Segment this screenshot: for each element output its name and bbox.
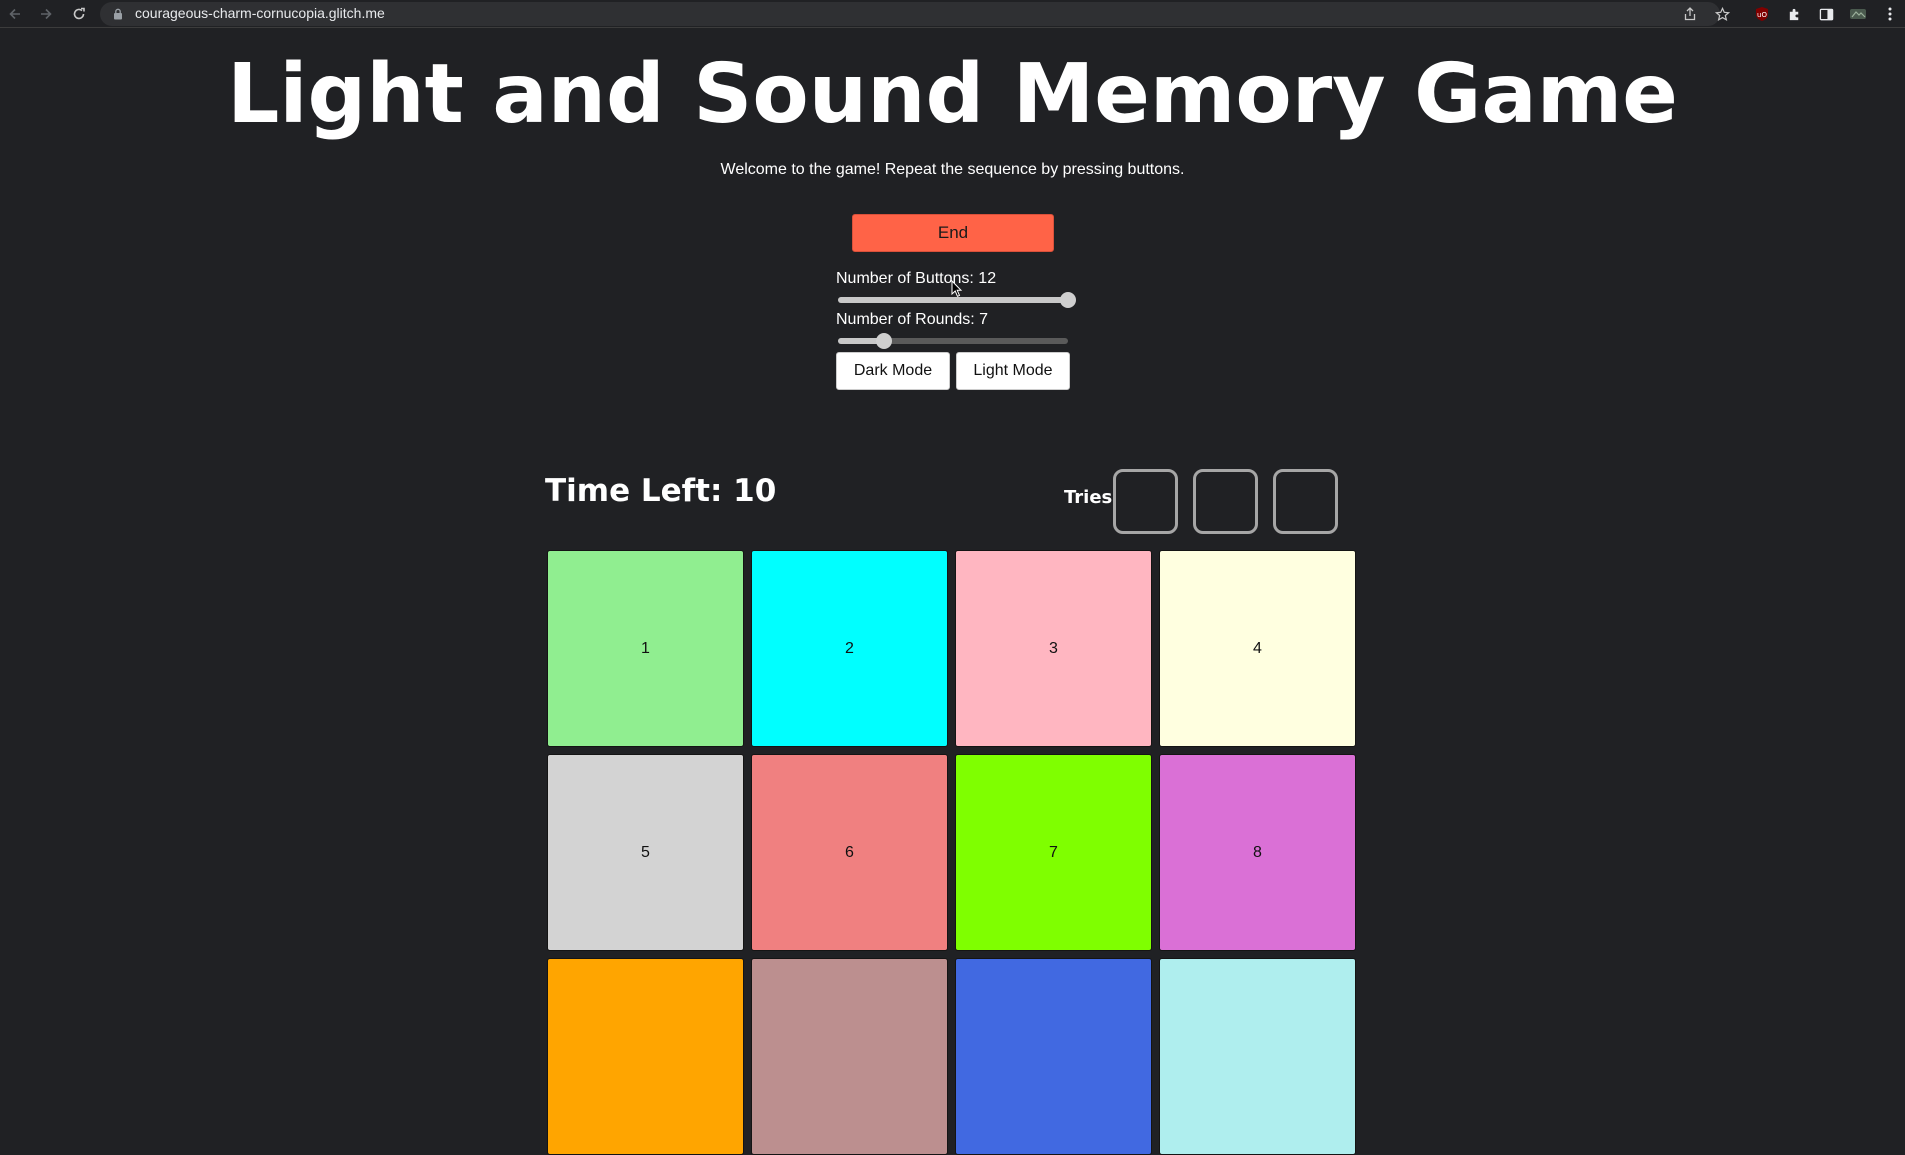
game-button-6[interactable]: 6 <box>751 754 948 951</box>
dark-mode-button[interactable]: Dark Mode <box>836 352 950 390</box>
try-indicator <box>1113 469 1178 534</box>
game-button-11[interactable] <box>955 958 1152 1155</box>
browser-toolbar: courageous-charm-cornucopia.glitch.me uO <box>0 0 1905 28</box>
back-arrow-icon[interactable] <box>5 4 25 24</box>
svg-text:uO: uO <box>1757 11 1767 19</box>
rounds-slider[interactable] <box>838 333 1068 349</box>
ublock-extension-icon[interactable]: uO <box>1753 5 1771 23</box>
light-mode-button[interactable]: Light Mode <box>956 352 1070 390</box>
game-button-1[interactable]: 1 <box>547 550 744 747</box>
game-button-2[interactable]: 2 <box>751 550 948 747</box>
menu-kebab-icon[interactable] <box>1881 5 1899 23</box>
buttons-slider-label: Number of Buttons: 12 <box>836 270 997 287</box>
buttons-slider-thumb[interactable] <box>1060 292 1076 308</box>
game-button-3[interactable]: 3 <box>955 550 1152 747</box>
game-button-8[interactable]: 8 <box>1159 754 1356 951</box>
game-button-4[interactable]: 4 <box>1159 550 1356 747</box>
tries-label: Tries <box>1064 487 1113 508</box>
game-button-7[interactable]: 7 <box>955 754 1152 951</box>
share-icon[interactable] <box>1681 5 1699 23</box>
url-text[interactable]: courageous-charm-cornucopia.glitch.me <box>135 5 385 21</box>
rounds-slider-label: Number of Rounds: 7 <box>836 311 989 328</box>
try-indicator <box>1273 469 1338 534</box>
lock-icon <box>114 8 122 20</box>
welcome-text: Welcome to the game! Repeat the sequence… <box>720 161 1185 178</box>
rounds-slider-thumb[interactable] <box>876 333 892 349</box>
try-indicator <box>1193 469 1258 534</box>
mouse-cursor-icon <box>951 280 963 297</box>
forward-arrow-icon[interactable] <box>36 4 56 24</box>
bookmark-star-icon[interactable] <box>1713 5 1731 23</box>
profile-avatar-icon[interactable] <box>1849 5 1867 23</box>
extensions-puzzle-icon[interactable] <box>1785 5 1803 23</box>
game-button-10[interactable] <box>751 958 948 1155</box>
game-button-12[interactable] <box>1159 958 1356 1155</box>
address-bar[interactable]: courageous-charm-cornucopia.glitch.me <box>100 2 1720 26</box>
game-button-5[interactable]: 5 <box>547 754 744 951</box>
page-title: Light and Sound Memory Game <box>227 47 1678 142</box>
time-left-display: Time Left: 10 <box>545 473 777 509</box>
reload-icon[interactable] <box>69 4 89 24</box>
game-button-9[interactable] <box>547 958 744 1155</box>
side-panel-icon[interactable] <box>1817 5 1835 23</box>
end-button[interactable]: End <box>852 214 1054 252</box>
